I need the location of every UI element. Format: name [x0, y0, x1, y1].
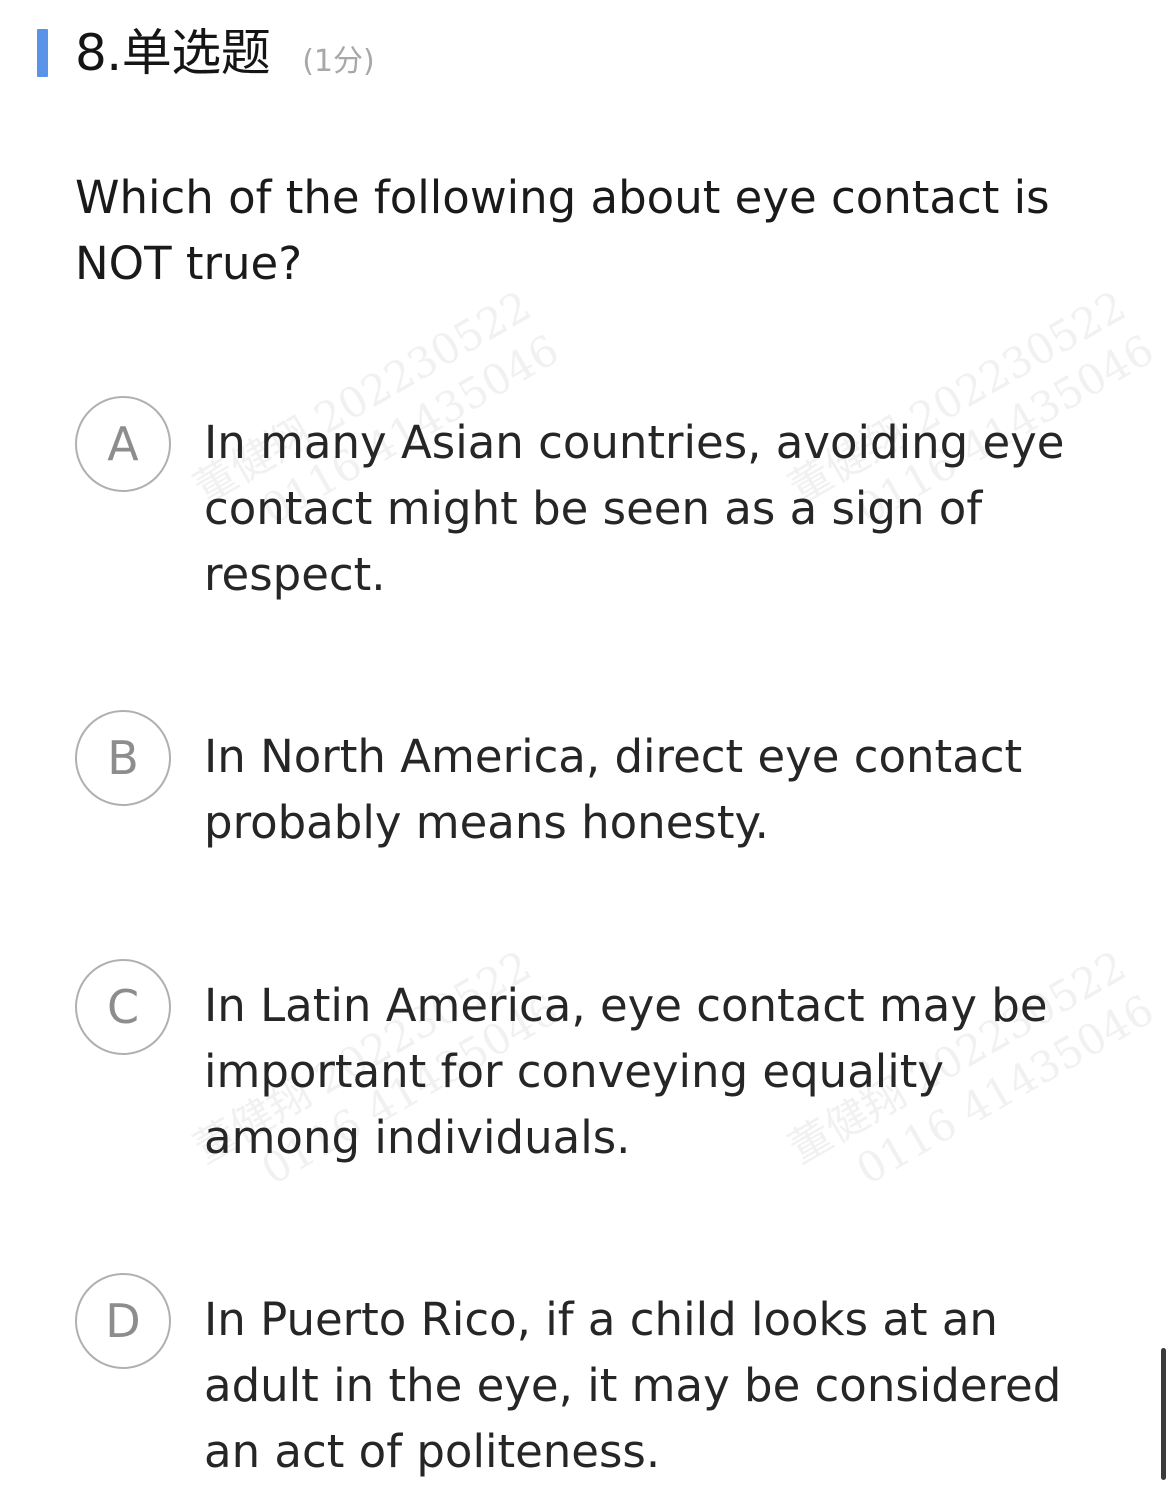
- option-b-text[interactable]: In North America, direct eye contact pro…: [204, 724, 1104, 856]
- option-d-letter[interactable]: D: [75, 1273, 171, 1369]
- question-header: 8.单选题 (1分): [37, 26, 375, 80]
- question-stem: Which of the following about eye contact…: [75, 171, 1050, 290]
- option-c-letter[interactable]: C: [75, 959, 171, 1055]
- option-d-text[interactable]: In Puerto Rico, if a child looks at an a…: [204, 1287, 1104, 1485]
- option-a-text[interactable]: In many Asian countries, avoiding eye co…: [204, 410, 1104, 608]
- option-b-letter[interactable]: B: [75, 710, 171, 806]
- option-d[interactable]: D In Puerto Rico, if a child looks at an…: [75, 1273, 1115, 1485]
- accent-bar: [37, 29, 48, 77]
- question-score: (1分): [302, 44, 375, 79]
- vertical-scrollbar[interactable]: [1161, 1348, 1166, 1480]
- option-a-letter[interactable]: A: [75, 396, 171, 492]
- question-title: 8.单选题: [75, 24, 271, 82]
- option-b[interactable]: B In North America, direct eye contact p…: [75, 710, 1115, 856]
- option-c-text[interactable]: In Latin America, eye contact may be imp…: [204, 973, 1104, 1171]
- option-a[interactable]: A In many Asian countries, avoiding eye …: [75, 396, 1115, 608]
- option-c[interactable]: C In Latin America, eye contact may be i…: [75, 959, 1115, 1171]
